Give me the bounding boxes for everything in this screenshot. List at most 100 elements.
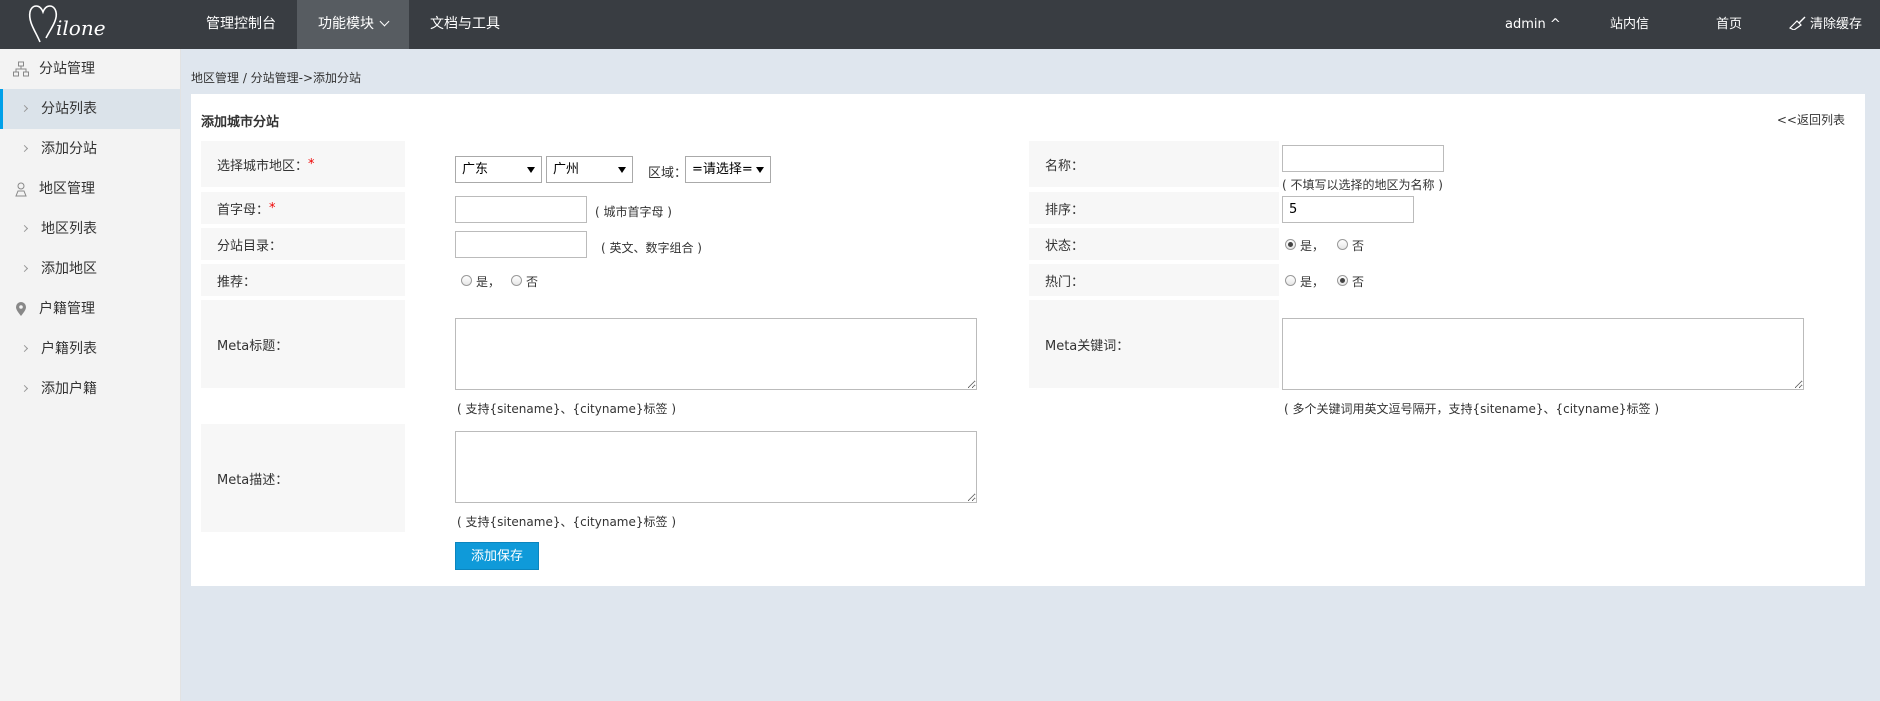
hot-yes-label: 是，	[1300, 275, 1325, 289]
sidebar-item-household-list[interactable]: 户籍列表	[0, 329, 180, 369]
directory-hint: ( 英文、数字组合 )	[601, 241, 702, 255]
sidebar-group-label: 地区管理	[39, 181, 95, 197]
home-link[interactable]: 首页	[1716, 0, 1742, 49]
caret-down-icon	[756, 167, 764, 173]
sidebar-item-add-substation[interactable]: 添加分站	[0, 129, 180, 169]
chevron-right-icon	[20, 144, 29, 153]
sidebar-group-region[interactable]: 地区管理	[0, 169, 180, 209]
chevron-right-icon	[20, 264, 29, 273]
user-menu[interactable]: admin ^	[1505, 0, 1561, 49]
order-input[interactable]	[1282, 196, 1414, 223]
sidebar-group-substation[interactable]: 分站管理	[0, 49, 180, 89]
top-bar: ilone 管理控制台 功能模块 文档与工具 admin ^ 站内信 首页 清除…	[0, 0, 1880, 49]
recommend-no-radio[interactable]	[511, 275, 522, 286]
city-value: 广州	[553, 162, 580, 177]
sidebar-item-label: 地区列表	[41, 221, 97, 237]
sidebar-group-household[interactable]: 户籍管理	[0, 289, 180, 329]
sidebar-item-label: 分站列表	[41, 101, 97, 117]
sidebar-item-substation-list[interactable]: 分站列表	[0, 89, 180, 129]
meta-desc-textarea[interactable]	[455, 431, 977, 503]
sitemap-icon	[13, 61, 29, 77]
province-value: 广东	[462, 162, 489, 177]
city-label-text: 选择城市地区：	[217, 158, 309, 174]
hot-no-radio[interactable]	[1337, 275, 1348, 286]
sidebar-item-label: 添加地区	[41, 261, 97, 277]
district-select[interactable]: =请选择=	[685, 156, 771, 183]
meta-title-label: Meta标题：	[201, 300, 405, 388]
chevron-down-icon	[379, 16, 390, 27]
broom-icon	[1788, 16, 1806, 31]
caret-down-icon	[618, 167, 626, 173]
meta-desc-label-text: Meta描述：	[217, 472, 289, 488]
hot-no-label: 否	[1352, 275, 1365, 289]
caret-down-icon	[527, 167, 535, 173]
sidebar-item-label: 户籍列表	[41, 341, 97, 357]
name-input[interactable]	[1282, 145, 1444, 172]
hot-label-text: 热门：	[1045, 274, 1085, 290]
nav-modules[interactable]: 功能模块	[297, 0, 409, 49]
city-select[interactable]: 广州	[546, 156, 633, 183]
meta-title-label-text: Meta标题：	[217, 338, 289, 354]
initial-label: 首字母： *	[201, 192, 405, 224]
sidebar-group-label: 分站管理	[39, 61, 95, 77]
hot-label: 热门：	[1029, 264, 1279, 296]
svg-text:ilone: ilone	[56, 16, 106, 40]
name-label: 名称：	[1029, 141, 1279, 187]
breadcrumb: 地区管理 / 分站管理->添加分站	[191, 71, 362, 85]
sidebar-item-region-list[interactable]: 地区列表	[0, 209, 180, 249]
initial-input[interactable]	[455, 196, 587, 223]
nav-docs-tools[interactable]: 文档与工具	[409, 0, 521, 49]
sidebar: 分站管理 分站列表 添加分站 地区管理 地区列表 添加地区 户籍管理 户籍列表 …	[0, 49, 181, 701]
sidebar-item-label: 添加分站	[41, 141, 97, 157]
directory-label: 分站目录：	[201, 228, 405, 260]
meta-keywords-hint: ( 多个关键词用英文逗号隔开，支持{sitename}、{cityname}标签…	[1284, 402, 1660, 416]
panel-title: 添加城市分站	[201, 115, 280, 130]
order-label: 排序：	[1029, 192, 1279, 224]
meta-title-hint: ( 支持{sitename}、{cityname}标签 )	[457, 402, 677, 416]
city-label: 选择城市地区： *	[201, 141, 405, 187]
nav-docs-label: 文档与工具	[430, 16, 500, 32]
meta-keywords-textarea[interactable]	[1282, 318, 1804, 390]
status-no-radio[interactable]	[1337, 239, 1348, 250]
status-yes-label: 是，	[1300, 239, 1325, 253]
chevron-right-icon	[20, 224, 29, 233]
district-value: =请选择=	[692, 162, 753, 177]
messages-link[interactable]: 站内信	[1610, 0, 1649, 49]
meta-keywords-label: Meta关键词：	[1029, 300, 1279, 388]
hot-yes-radio[interactable]	[1285, 275, 1296, 286]
sidebar-item-label: 添加户籍	[41, 381, 97, 397]
clear-cache-button[interactable]: 清除缓存	[1788, 0, 1862, 49]
name-label-text: 名称：	[1045, 158, 1085, 174]
initial-hint: ( 城市首字母 )	[595, 205, 672, 219]
form-panel: 添加城市分站 <<返回列表 选择城市地区： * 广东 广州 区域： =请选择= 名…	[191, 94, 1865, 586]
chevron-right-icon	[20, 104, 29, 113]
status-label-text: 状态：	[1045, 238, 1085, 254]
sidebar-group-label: 户籍管理	[39, 301, 95, 317]
province-select[interactable]: 广东	[455, 156, 542, 183]
recommend-yes-label: 是，	[476, 275, 501, 289]
recommend-no-label: 否	[526, 275, 539, 289]
status-yes-radio[interactable]	[1285, 239, 1296, 250]
top-nav: 管理控制台 功能模块 文档与工具	[185, 0, 521, 49]
meta-desc-label: Meta描述：	[201, 424, 405, 532]
status-no-label: 否	[1352, 239, 1365, 253]
clear-cache-label: 清除缓存	[1810, 17, 1863, 32]
milone-logo[interactable]: ilone	[26, 2, 126, 46]
back-to-list-link[interactable]: <<返回列表	[1777, 111, 1845, 128]
nav-modules-label: 功能模块	[318, 16, 374, 32]
meta-keywords-label-text: Meta关键词：	[1045, 338, 1130, 354]
initial-label-text: 首字母：	[217, 202, 270, 218]
directory-input[interactable]	[455, 231, 587, 258]
sidebar-item-add-household[interactable]: 添加户籍	[0, 369, 180, 409]
directory-label-text: 分站目录：	[217, 238, 283, 254]
nav-dashboard[interactable]: 管理控制台	[185, 0, 297, 49]
status-label: 状态：	[1029, 228, 1279, 260]
recommend-yes-radio[interactable]	[461, 275, 472, 286]
name-hint: ( 不填写以选择的地区为名称 )	[1282, 178, 1443, 192]
meta-title-textarea[interactable]	[455, 318, 977, 390]
save-button[interactable]: 添加保存	[455, 542, 539, 570]
required-mark: *	[269, 200, 276, 216]
recommend-label-text: 推荐：	[217, 274, 257, 290]
sidebar-item-add-region[interactable]: 添加地区	[0, 249, 180, 289]
chevron-right-icon	[20, 384, 29, 393]
